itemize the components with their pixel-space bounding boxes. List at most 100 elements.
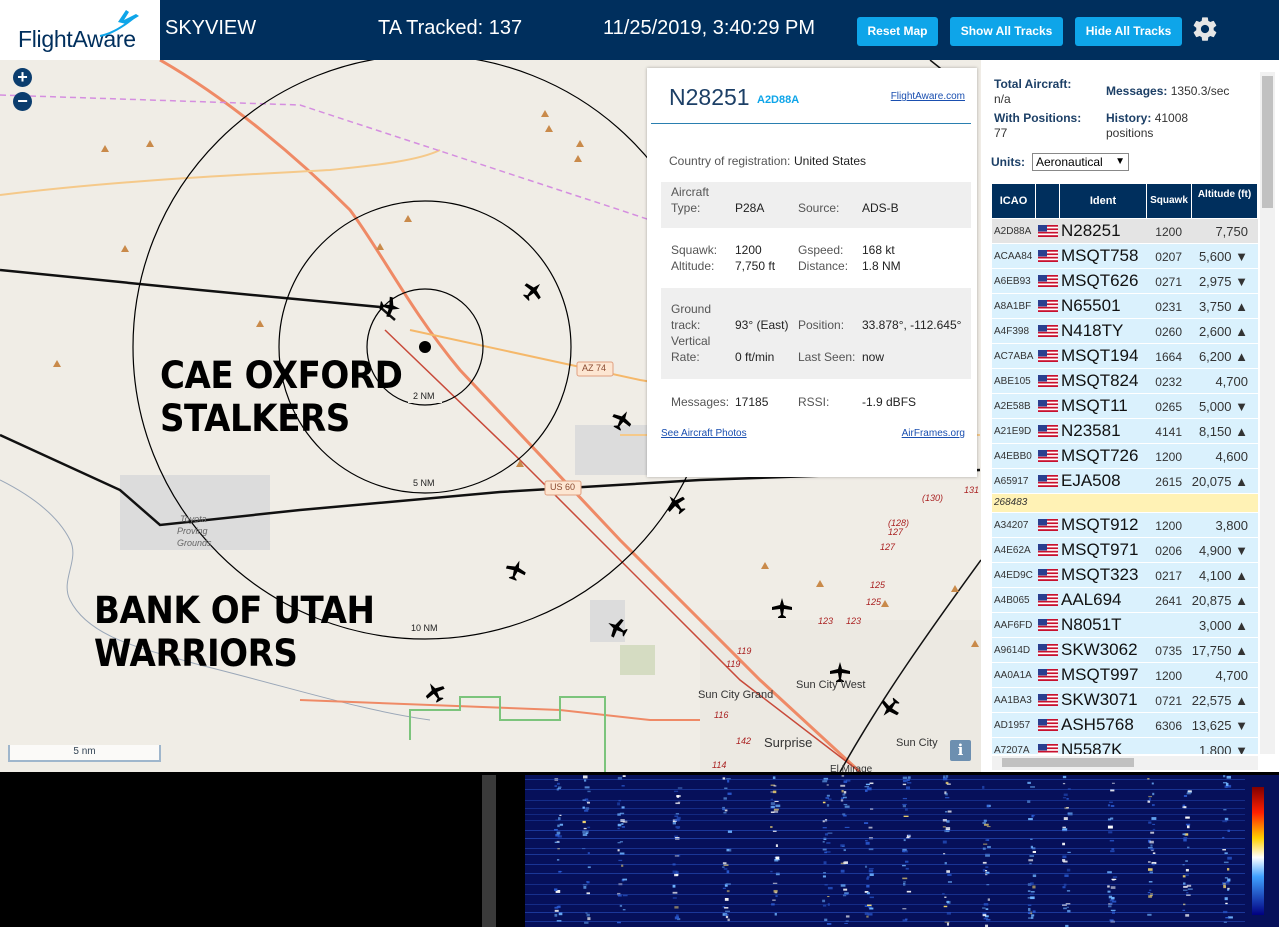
app-title: SKYVIEW xyxy=(165,17,257,39)
row-icao: AC7ABA xyxy=(994,351,1034,362)
row-icao: A9614D xyxy=(994,645,1031,656)
row-icao: ACAA84 xyxy=(994,251,1033,262)
table-row[interactable]: A4EBB0 MSQT726 1200 4,600 xyxy=(992,444,1258,469)
row-icao: A7207A xyxy=(994,745,1030,754)
route-label: (130) xyxy=(922,493,944,503)
us-flag-icon xyxy=(1038,375,1058,387)
table-row[interactable]: A2D88A N28251 1200 7,750 xyxy=(992,219,1258,244)
overlay-label-1: CAE OXFORD STALKERS xyxy=(160,354,403,440)
horizontal-scroll-thumb[interactable] xyxy=(1002,758,1134,767)
show-all-tracks-button[interactable]: Show All Tracks xyxy=(950,17,1063,46)
route-label: 131 xyxy=(964,485,980,495)
table-row[interactable]: ACAA84 MSQT758 0207 5,600 ▼ xyxy=(992,244,1258,269)
table-row[interactable]: A6EB93 MSQT626 0271 2,975 ▼ xyxy=(992,269,1258,294)
route-label: 127 xyxy=(880,542,896,552)
vertical-rate-label2: Rate: xyxy=(671,350,700,364)
row-altitude-value: 4,600 xyxy=(1215,449,1248,464)
row-ident: N28251 xyxy=(1061,221,1121,240)
table-row[interactable]: A65917 EJA508 2615 20,075 ▲ xyxy=(992,469,1258,494)
table-row[interactable]: A7207A N5587K 1,800 ▼ xyxy=(992,738,1258,754)
aircraft-icon xyxy=(772,598,792,618)
airframes-link[interactable]: AirFrames.org xyxy=(902,428,965,439)
ring-label-10nm: 10 NM xyxy=(411,623,438,633)
scale-bar: 5 nm xyxy=(8,745,161,762)
aircraft-icon xyxy=(523,283,541,301)
overlay-label-1-line2: STALKERS xyxy=(160,397,350,440)
last-seen-value: now xyxy=(862,350,885,364)
table-row[interactable]: A4F398 N418TY 0260 2,600 ▲ xyxy=(992,319,1258,344)
column-flag[interactable] xyxy=(1036,184,1060,218)
table-row[interactable]: A8A1BF N65501 0231 3,750 ▲ xyxy=(992,294,1258,319)
with-positions-label: With Positions: xyxy=(994,111,1082,125)
row-altitude-value: 7,750 xyxy=(1215,224,1248,239)
info-icon[interactable]: i xyxy=(950,740,971,761)
route-label: 127 xyxy=(888,527,904,537)
datetime: 11/25/2019, 3:40:29 PM xyxy=(603,17,816,39)
column-squawk[interactable]: Squawk xyxy=(1147,184,1192,218)
receiver-location xyxy=(419,341,431,353)
zoom-in-icon[interactable]: + xyxy=(13,68,32,87)
table-row[interactable]: AA1BA3 SKW3071 0721 22,575 ▲ xyxy=(992,688,1258,713)
place-label: Grounds xyxy=(177,538,212,548)
row-altitude: 1,800 ▼ xyxy=(1186,743,1248,754)
vertical-scroll-thumb[interactable] xyxy=(1262,76,1273,208)
column-altitude[interactable]: Altitude (ft) xyxy=(1192,184,1258,218)
row-trend-icon: ▲ xyxy=(1235,693,1248,708)
with-positions-value: 77 xyxy=(994,126,1008,140)
gspeed-label: Gspeed: xyxy=(798,243,844,257)
column-icao[interactable]: ICAO xyxy=(992,184,1036,218)
row-squawk: 2641 xyxy=(1155,594,1182,608)
flightaware-logo[interactable]: FlightAware xyxy=(0,0,160,60)
route-label: 114 xyxy=(712,760,727,770)
table-row[interactable]: A4ED9C MSQT323 0217 4,100 ▲ xyxy=(992,563,1258,588)
table-row[interactable]: A4E62A MSQT971 0206 4,900 ▼ xyxy=(992,538,1258,563)
row-trend-icon: ▲ xyxy=(1235,299,1248,314)
flightaware-link[interactable]: FlightAware.com xyxy=(891,91,965,102)
row-altitude: 20,875 ▲ xyxy=(1186,593,1248,608)
row-altitude-value: 5,000 xyxy=(1198,399,1232,414)
row-squawk: 6306 xyxy=(1155,719,1182,733)
table-row[interactable]: ABE105 MSQT824 0232 4,700 xyxy=(992,369,1258,394)
table-row[interactable]: AAF6FD N8051T 3,000 ▲ xyxy=(992,613,1258,638)
table-row[interactable]: AA0A1A MSQT997 1200 4,700 xyxy=(992,663,1258,688)
table-row[interactable]: A21E9D N23581 4141 8,150 ▲ xyxy=(992,419,1258,444)
gear-icon[interactable] xyxy=(1191,15,1219,43)
row-icao: AAF6FD xyxy=(994,620,1033,631)
row-icao: A4E62A xyxy=(994,545,1031,556)
gray-area xyxy=(575,425,647,475)
table-row[interactable]: 268483 xyxy=(992,494,1258,513)
row-altitude: 6,200 ▲ xyxy=(1186,349,1248,364)
row-squawk: 0265 xyxy=(1155,400,1182,414)
row-icao: A34207 xyxy=(994,520,1029,531)
units-select[interactable]: Aeronautical ▼ xyxy=(1032,153,1129,171)
aircraft-icon xyxy=(667,496,686,515)
us-flag-icon xyxy=(1038,744,1058,754)
table-row[interactable]: AD1957 ASH5768 6306 13,625 ▼ xyxy=(992,713,1258,738)
us-flag-icon xyxy=(1038,475,1058,487)
column-ident[interactable]: Ident xyxy=(1060,184,1147,218)
row-altitude: 5,600 ▼ xyxy=(1186,249,1248,264)
row-ident: MSQT323 xyxy=(1061,565,1139,584)
us-flag-icon xyxy=(1038,669,1058,681)
table-row[interactable]: A2E58B MSQT11 0265 5,000 ▼ xyxy=(992,394,1258,419)
row-ident: MSQT912 xyxy=(1061,515,1139,534)
row-altitude-value: 13,625 xyxy=(1191,718,1232,733)
row-squawk: 0231 xyxy=(1155,300,1182,314)
route-label: 119 xyxy=(737,646,752,656)
ground-track-label2: track: xyxy=(671,318,701,332)
total-aircraft-stat: Total Aircraft: n/a xyxy=(994,77,1071,107)
row-ident: N65501 xyxy=(1061,296,1121,315)
panel-divider[interactable] xyxy=(482,775,496,927)
zoom-out-icon[interactable]: − xyxy=(13,92,32,111)
aircraft-photos-link[interactable]: See Aircraft Photos xyxy=(661,428,747,439)
table-row[interactable]: A34207 MSQT912 1200 3,800 xyxy=(992,513,1258,538)
reset-map-button[interactable]: Reset Map xyxy=(857,17,938,46)
table-row[interactable]: A9614D SKW3062 0735 17,750 ▲ xyxy=(992,638,1258,663)
row-ident: MSQT194 xyxy=(1061,346,1139,365)
table-row[interactable]: A4B065 AAL694 2641 20,875 ▲ xyxy=(992,588,1258,613)
hide-all-tracks-button[interactable]: Hide All Tracks xyxy=(1075,17,1182,46)
gspeed-value: 168 kt xyxy=(862,243,895,257)
table-row[interactable]: AC7ABA MSQT194 1664 6,200 ▲ xyxy=(992,344,1258,369)
place-label: Sun City West xyxy=(796,679,866,691)
row-ident: MSQT758 xyxy=(1061,246,1139,265)
